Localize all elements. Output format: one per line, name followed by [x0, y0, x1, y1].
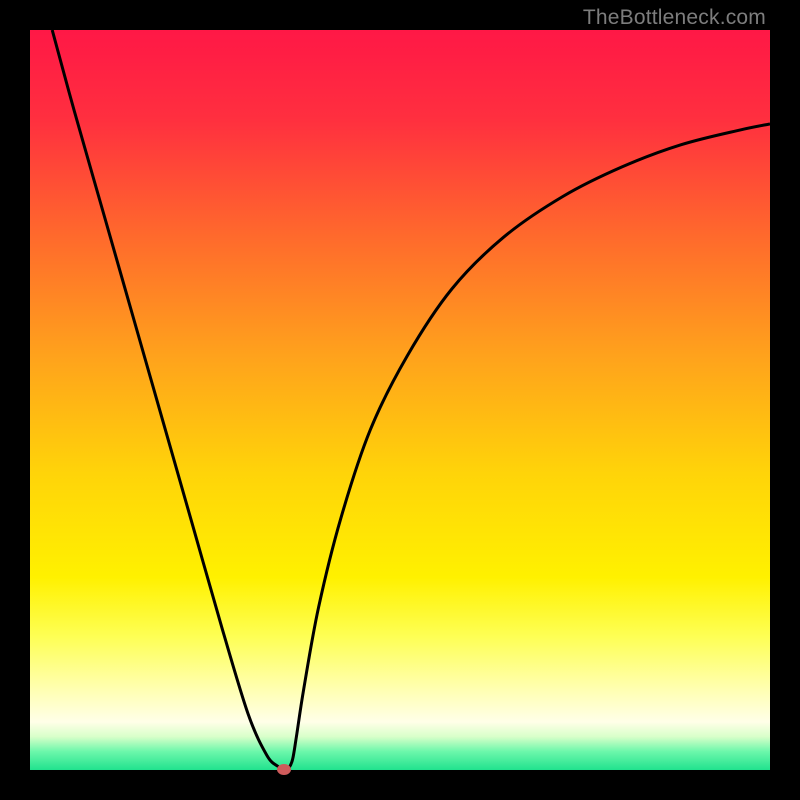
plot-area — [30, 30, 770, 770]
plot-frame — [30, 30, 770, 770]
curve-layer — [30, 30, 770, 770]
watermark-text: TheBottleneck.com — [583, 6, 766, 30]
minimum-marker — [277, 764, 291, 775]
bottleneck-curve — [52, 30, 770, 769]
